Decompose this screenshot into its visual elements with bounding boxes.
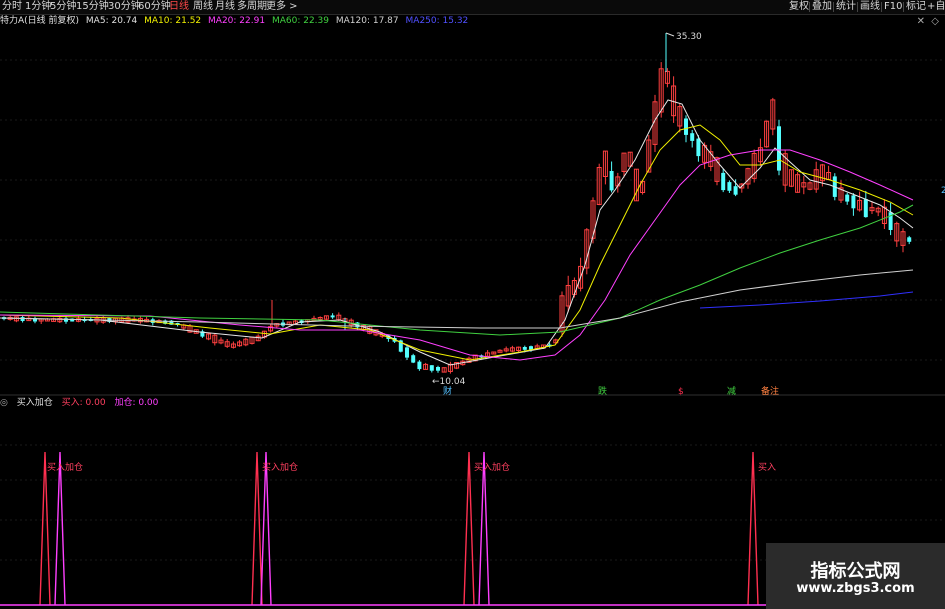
buy-signal bbox=[747, 451, 759, 606]
candle bbox=[845, 194, 850, 202]
watermark: 指标公式网 www.zbgs3.com bbox=[766, 543, 945, 609]
candle bbox=[777, 126, 781, 171]
candle bbox=[721, 172, 726, 191]
buy-signal bbox=[463, 451, 475, 606]
high-pointer bbox=[665, 32, 675, 37]
edge-price-label: 2 bbox=[941, 186, 945, 196]
indicator-toggle-icon[interactable]: ◎ bbox=[0, 398, 8, 408]
buy-signal bbox=[39, 451, 51, 606]
event-marker-drop: 跌 bbox=[598, 386, 607, 397]
signal-label: 买入加仓 bbox=[262, 461, 298, 473]
candle bbox=[727, 182, 732, 191]
candle bbox=[20, 317, 25, 321]
grid bbox=[0, 59, 945, 561]
candle bbox=[417, 361, 422, 370]
watermark-title: 指标公式网 bbox=[810, 561, 901, 582]
candle bbox=[684, 118, 688, 135]
add-signal bbox=[260, 451, 272, 606]
add-signal bbox=[54, 451, 66, 606]
add-signal bbox=[478, 451, 490, 606]
candle bbox=[529, 346, 533, 350]
candle bbox=[522, 347, 527, 350]
add-value: 加仓: 0.00 bbox=[114, 398, 159, 408]
candle bbox=[411, 355, 416, 363]
indicator-legend: ◎ 买入加仓 买入: 0.00 加仓: 0.00 bbox=[0, 397, 164, 410]
candlestick-series bbox=[2, 62, 912, 374]
ma120-line bbox=[0, 269, 914, 329]
buy-signal bbox=[251, 451, 263, 606]
watermark-url: www.zbgs3.com bbox=[796, 581, 915, 596]
event-marker-note: 备注 bbox=[761, 385, 779, 397]
candle bbox=[863, 199, 868, 218]
candle bbox=[690, 133, 695, 141]
candle bbox=[405, 347, 409, 358]
price-chart: 35.30 ←10.04 财 跌 $ 减 备注 2 买入加仓 买入加仓 买入加仓… bbox=[0, 32, 945, 606]
signal-label: 买入加仓 bbox=[47, 461, 83, 473]
event-marker-finance: 财 bbox=[443, 385, 452, 397]
buy-value: 买入: 0.00 bbox=[61, 398, 106, 408]
ma-lines bbox=[0, 99, 914, 366]
signal-label: 买入 bbox=[758, 462, 776, 473]
low-price-label: ←10.04 bbox=[432, 377, 466, 387]
candle bbox=[851, 195, 856, 209]
indicator-title: 买入加仓 bbox=[16, 398, 53, 408]
event-marker-dollar: $ bbox=[678, 387, 684, 397]
candle bbox=[436, 367, 440, 371]
candle bbox=[429, 365, 434, 371]
candle bbox=[733, 186, 738, 195]
signal-label: 买入加仓 bbox=[474, 461, 510, 473]
high-price-label: 35.30 bbox=[676, 32, 702, 42]
event-marker-reduce: 减 bbox=[727, 385, 736, 397]
candle bbox=[907, 237, 912, 242]
candle bbox=[609, 171, 614, 191]
candle bbox=[696, 138, 701, 157]
ma5-line bbox=[0, 99, 914, 366]
candle bbox=[330, 315, 335, 318]
